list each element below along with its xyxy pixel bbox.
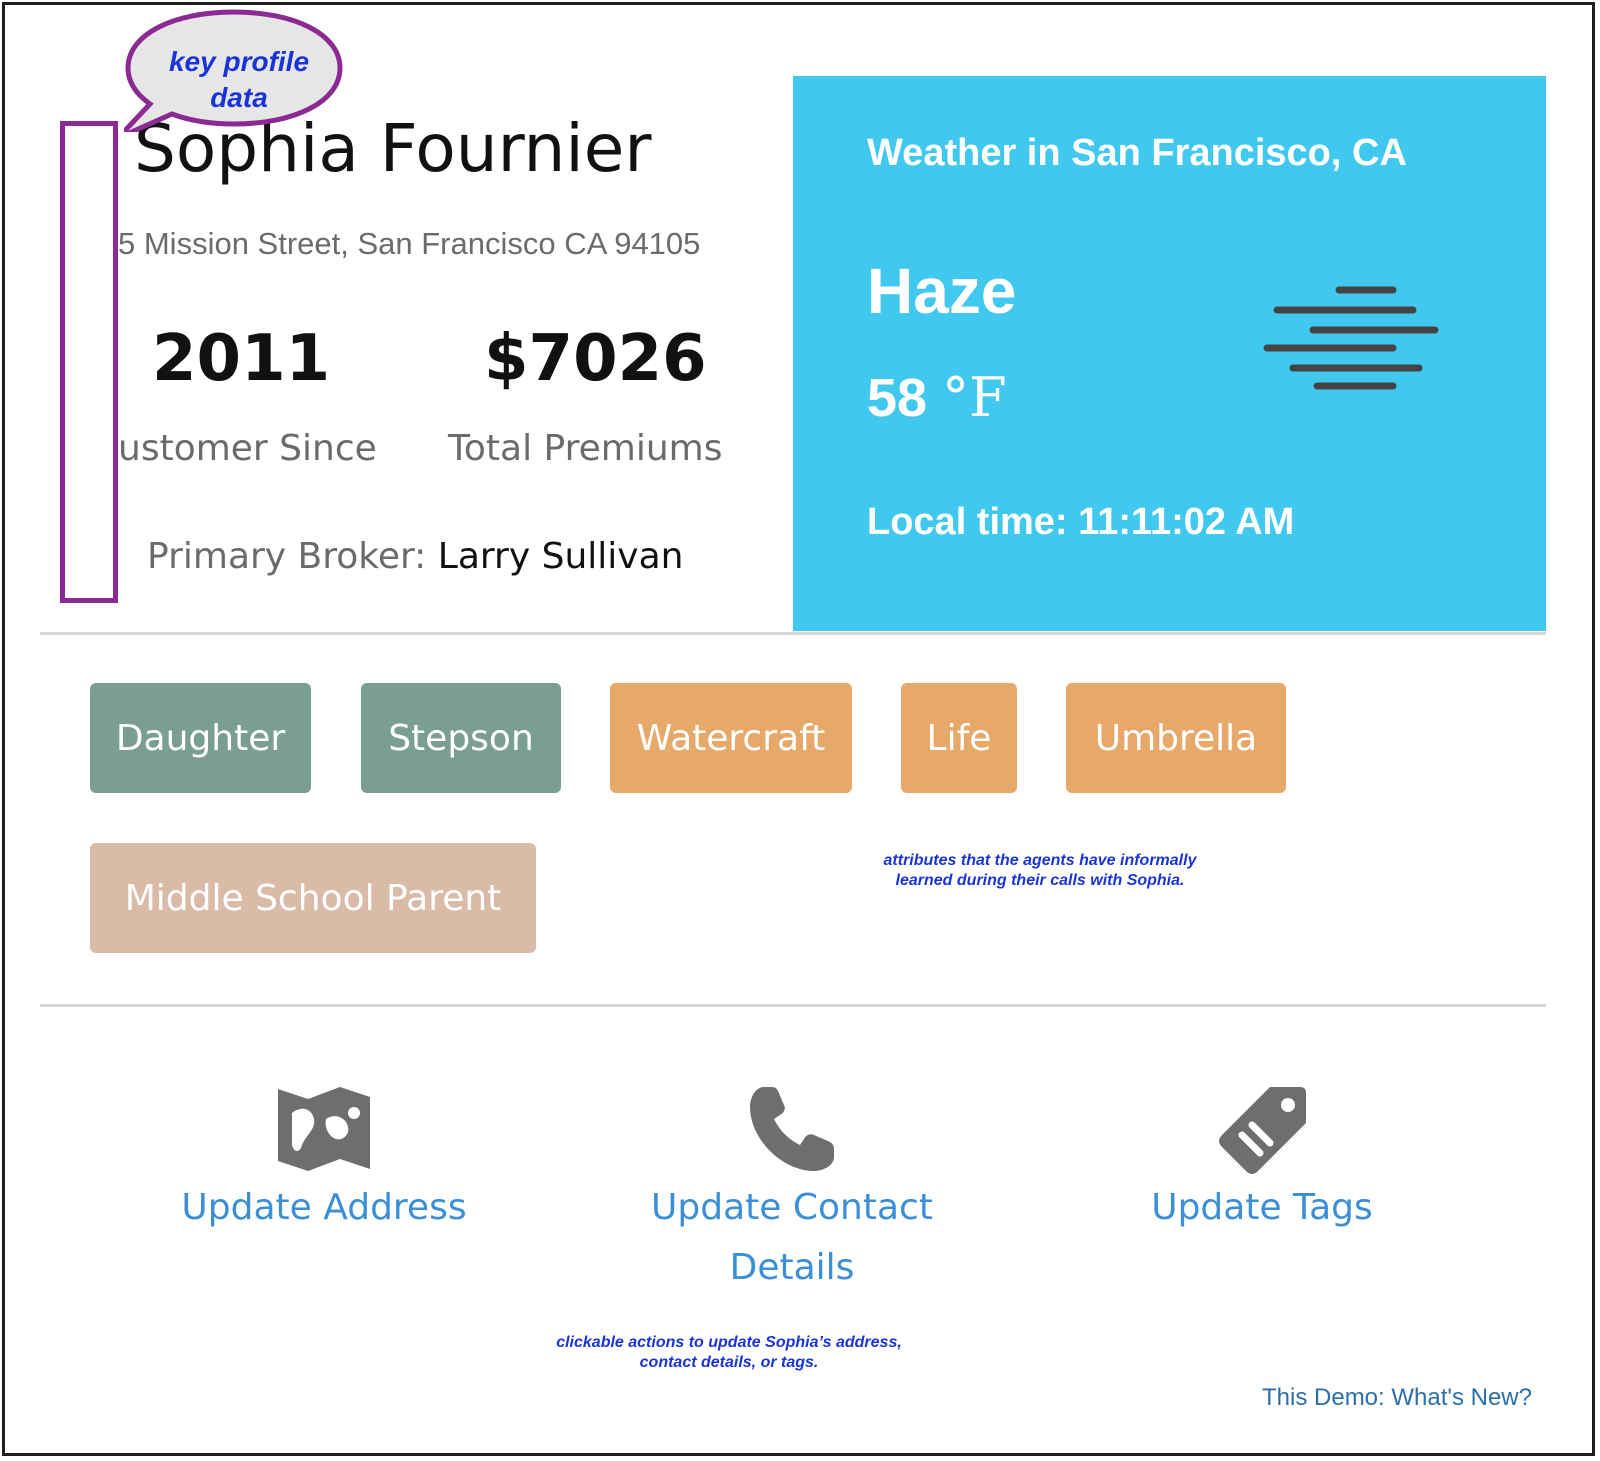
update-contact-details-link[interactable]: Update Contact Details xyxy=(612,1178,972,1298)
weather-title: Weather in San Francisco, CA xyxy=(867,132,1407,174)
customer-since-label: ustomer Since xyxy=(118,428,377,469)
weather-condition: Haze xyxy=(867,255,1017,327)
tag-daughter[interactable]: Daughter xyxy=(90,683,311,793)
customer-address: 5 Mission Street, San Francisco CA 94105 xyxy=(118,226,701,261)
tags-note-line-2: learned during their calls with Sophia. xyxy=(895,872,1185,889)
tag-life[interactable]: Life xyxy=(901,683,1017,793)
update-contact-line-1: Update Contact xyxy=(651,1187,933,1228)
callout-line-1: key profile xyxy=(168,46,310,77)
weather-temperature: 58 °F xyxy=(867,366,1007,429)
customer-since-value: 2011 xyxy=(152,322,331,396)
update-contact-line-2: Details xyxy=(729,1247,855,1288)
tag-umbrella[interactable]: Umbrella xyxy=(1066,683,1286,793)
tag-stepson[interactable]: Stepson xyxy=(361,683,561,793)
actions-annotation: clickable actions to update Sophia’s add… xyxy=(520,1333,938,1373)
tags-annotation: attributes that the agents have informal… xyxy=(840,851,1240,891)
broker-label: Primary Broker: xyxy=(147,536,427,577)
map-icon xyxy=(278,1087,370,1171)
tag-icon xyxy=(1219,1087,1306,1174)
key-profile-highlight-box xyxy=(60,121,118,603)
key-profile-callout-text: key profile data xyxy=(144,44,334,116)
primary-broker: Primary Broker: Larry Sullivan xyxy=(147,536,683,577)
weather-panel: Weather in San Francisco, CA Haze 58 °F … xyxy=(793,76,1546,631)
broker-name: Larry Sullivan xyxy=(437,536,684,577)
whats-new-link[interactable]: This Demo: What's New? xyxy=(1262,1384,1532,1412)
actions-note-line-1: clickable actions to update Sophia’s add… xyxy=(556,1334,902,1351)
total-premiums-label: Total Premiums xyxy=(448,428,723,469)
tag-watercraft[interactable]: Watercraft xyxy=(610,683,852,793)
haze-icon xyxy=(1263,286,1439,390)
weather-local-time: Local time: 11:11:02 AM xyxy=(867,501,1295,543)
actions-note-line-2: contact details, or tags. xyxy=(639,1354,819,1371)
update-tags-link[interactable]: Update Tags xyxy=(1112,1178,1412,1238)
tag-middle-school-parent[interactable]: Middle School Parent xyxy=(90,843,536,953)
callout-line-2: data xyxy=(210,82,268,113)
section-divider-bottom xyxy=(40,1004,1546,1007)
update-address-link[interactable]: Update Address xyxy=(154,1178,494,1238)
section-divider-top xyxy=(40,632,1546,635)
temperature-unit: °F xyxy=(942,366,1007,429)
temperature-value: 58 xyxy=(867,368,928,428)
total-premiums-value: $7026 xyxy=(484,322,707,396)
tags-note-line-1: attributes that the agents have informal… xyxy=(883,852,1197,869)
phone-icon xyxy=(750,1087,834,1171)
